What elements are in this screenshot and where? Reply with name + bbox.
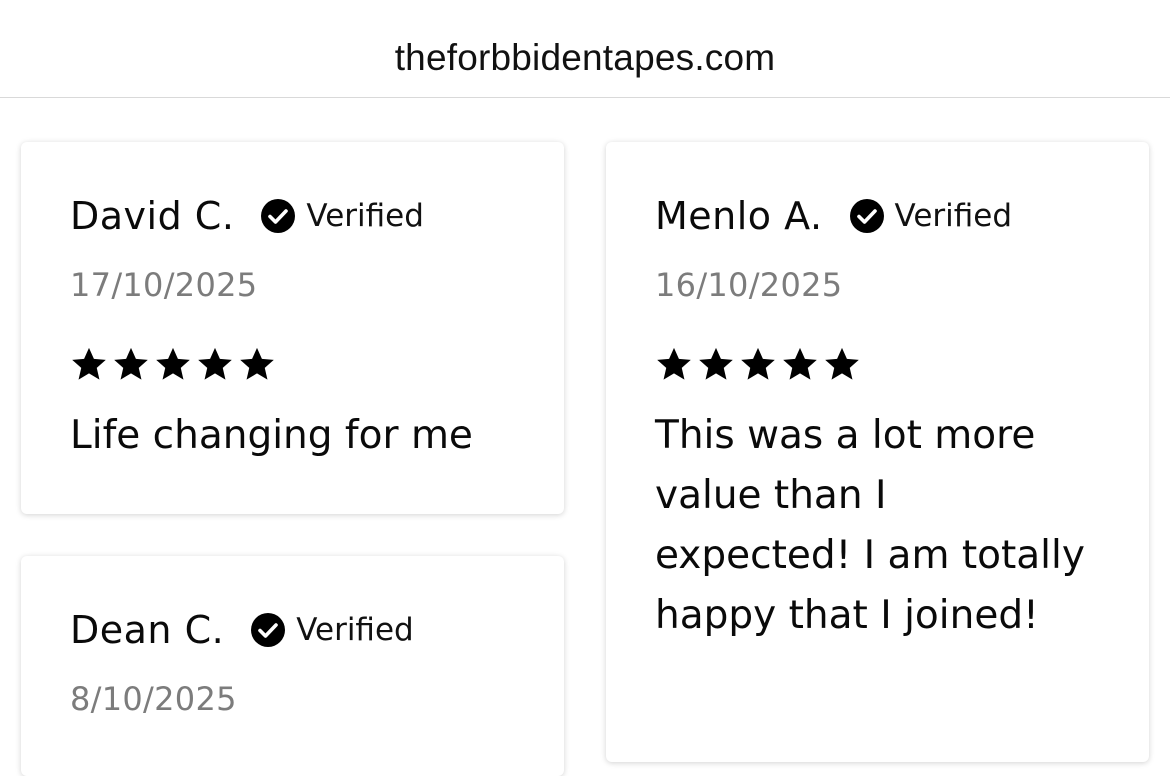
star-icon	[699, 347, 733, 380]
address-bar[interactable]: theforbbidentapes.com	[0, 0, 1170, 98]
review-text: This was a lot more value than I expecte…	[655, 413, 1085, 638]
star-icon	[72, 347, 106, 380]
review-header: Dean C. Verified	[70, 608, 414, 652]
verified-badge: Verified	[849, 198, 1013, 234]
star-icon	[741, 347, 775, 380]
review-header: David C. Verified	[70, 194, 424, 238]
star-rating	[70, 346, 276, 384]
check-circle-icon	[261, 199, 296, 233]
verified-label: Verified	[894, 198, 1013, 234]
check-circle-icon	[251, 613, 286, 647]
star-icon	[825, 347, 859, 380]
review-date: 17/10/2025	[70, 266, 258, 304]
star-icon	[240, 347, 274, 380]
review-text: Life changing for me	[70, 413, 473, 458]
star-icon	[783, 347, 817, 380]
reviewer-name: Dean C.	[70, 608, 225, 652]
review-card: Menlo A. Verified 16/10/2025 This was a …	[606, 142, 1149, 762]
check-circle-icon	[849, 199, 884, 233]
star-icon	[657, 347, 691, 380]
star-icon	[198, 347, 232, 380]
verified-badge: Verified	[250, 612, 414, 648]
reviewer-name: Menlo A.	[655, 194, 823, 238]
verified-badge: Verified	[260, 198, 424, 234]
review-date: 16/10/2025	[655, 266, 843, 304]
url-text: theforbbidentapes.com	[394, 36, 776, 78]
review-date: 8/10/2025	[70, 680, 237, 718]
star-icon	[114, 347, 148, 380]
verified-label: Verified	[296, 612, 414, 648]
review-card: David C. Verified 17/10/2025 Life changi…	[21, 142, 564, 514]
review-header: Menlo A. Verified	[655, 194, 1012, 238]
verified-label: Verified	[306, 198, 424, 234]
review-card: Dean C. Verified 8/10/2025	[21, 556, 564, 776]
star-icon	[156, 347, 190, 380]
reviewer-name: David C.	[70, 194, 235, 238]
star-rating	[655, 346, 861, 384]
